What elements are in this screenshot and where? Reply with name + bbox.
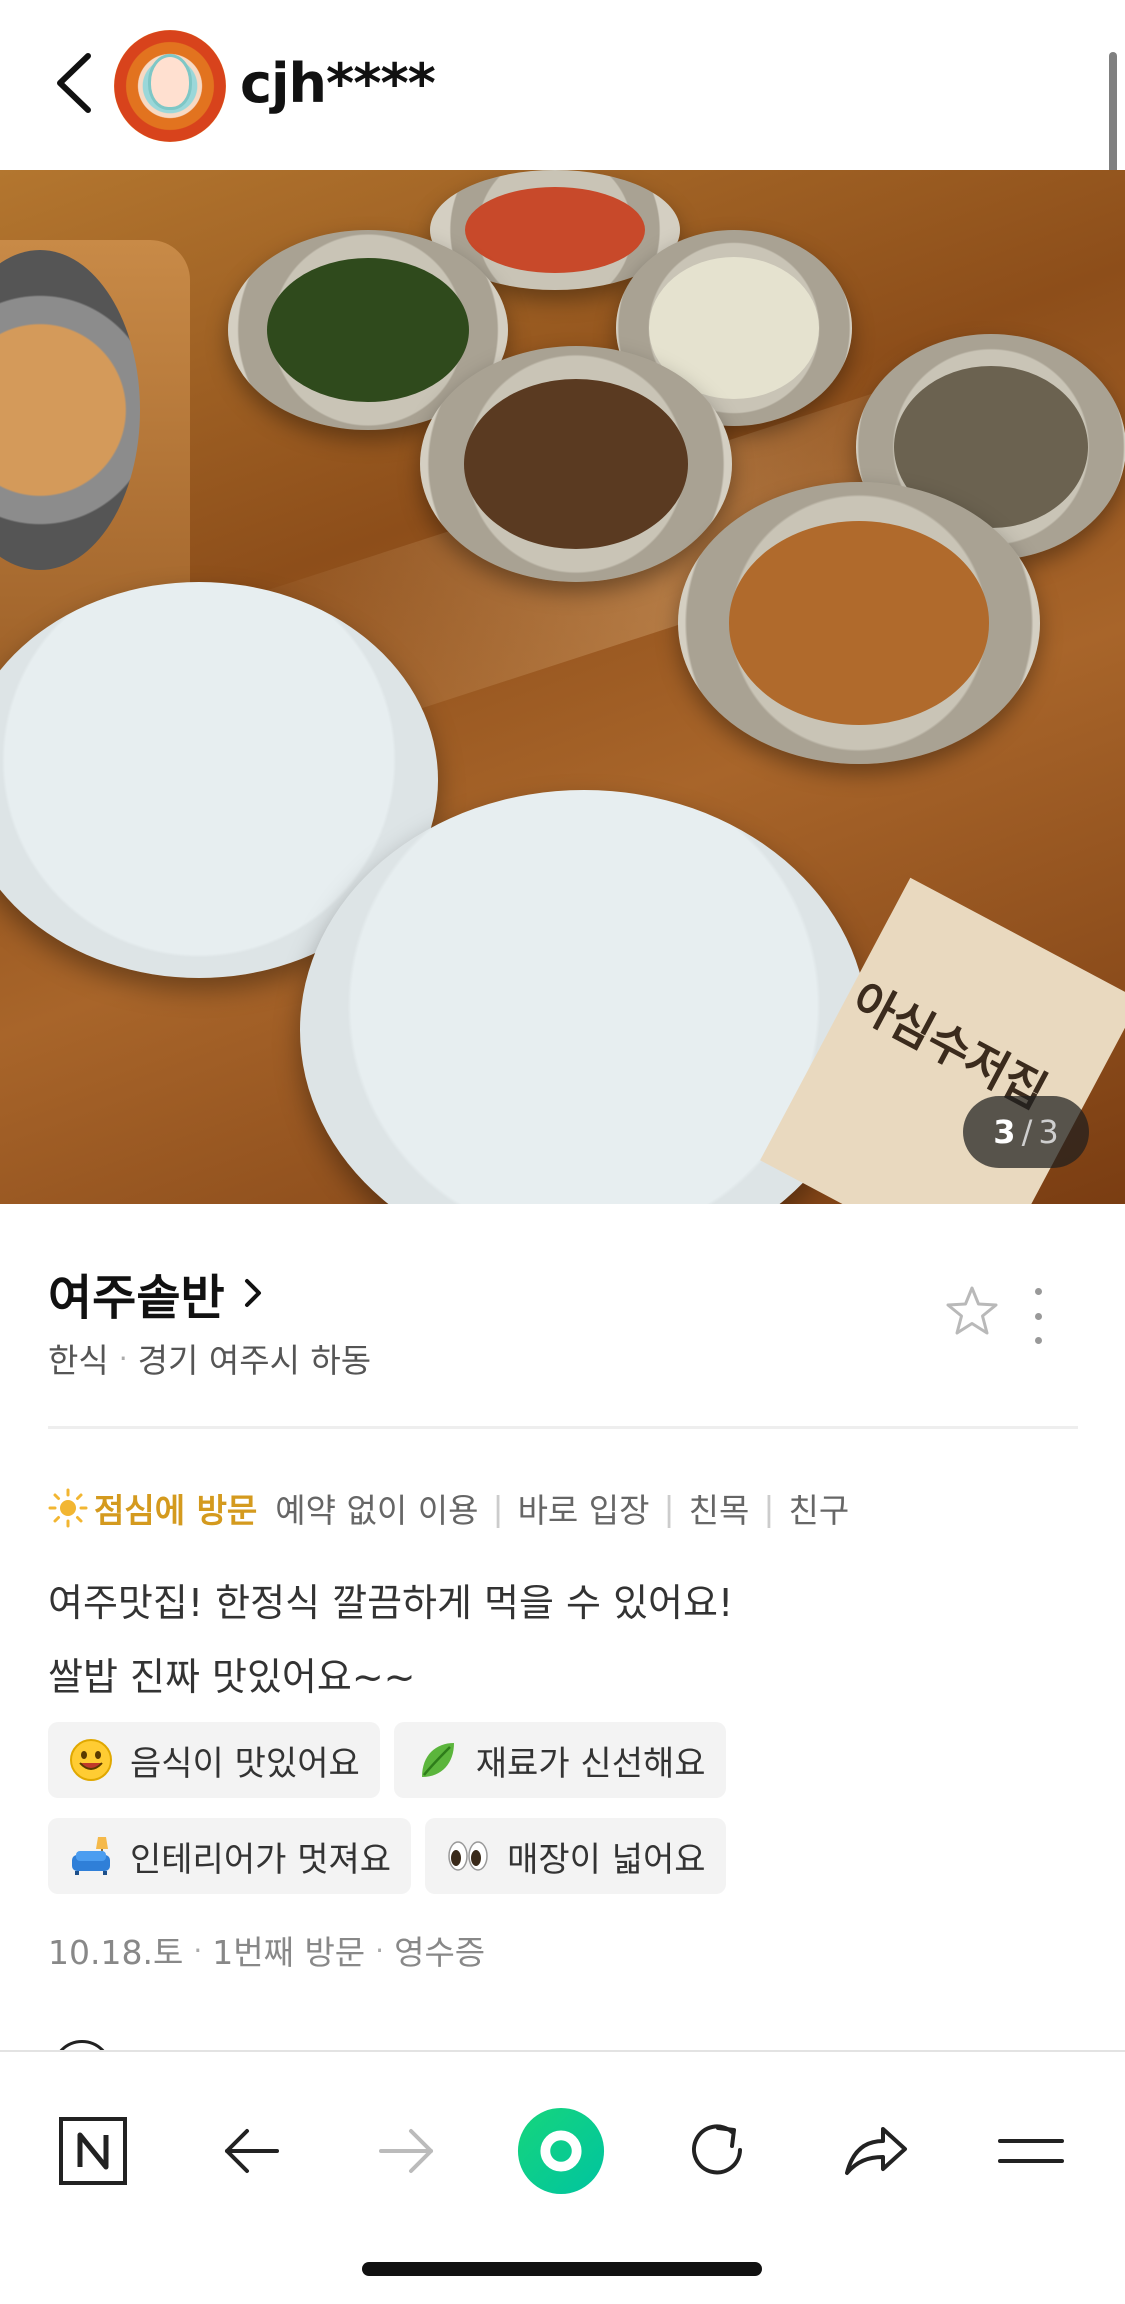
keyword-label: 매장이 넓어요 xyxy=(507,1839,706,1880)
more-dot-icon xyxy=(1034,1312,1042,1320)
scrollbar-thumb[interactable] xyxy=(1109,52,1117,174)
sofa-icon xyxy=(72,1837,110,1875)
keyword-chip: 인테리어가 멋져요 xyxy=(48,1818,412,1894)
review-text-line: 쌀밥 진짜 맛있어요~~ xyxy=(48,1655,416,1699)
place-meta: 한식 · 경기 여주시 하동 xyxy=(48,1334,371,1382)
visit-date: 10.18.토 xyxy=(48,1933,184,1972)
keyword-chip: 매장이 넓어요 xyxy=(425,1818,726,1894)
place-category: 한식 xyxy=(48,1341,109,1380)
visit-tag: 친구 xyxy=(788,1491,850,1530)
meta-dot-separator: · xyxy=(375,1933,385,1967)
refresh-icon xyxy=(692,2124,742,2175)
hamburger-menu-icon xyxy=(998,2139,1064,2163)
avatar[interactable] xyxy=(114,30,226,142)
arrow-right-icon xyxy=(379,2129,433,2173)
arrow-left-icon xyxy=(225,2129,279,2173)
photo-side-dish-japchae xyxy=(420,346,732,582)
visit-tags-row: 점심에 방문 예약 없이 이용 | 바로 입장 | 친목 | 친구 xyxy=(48,1484,849,1532)
visit-tag: 친목 xyxy=(688,1491,750,1530)
visit-count: 1번째 방문 xyxy=(212,1933,366,1972)
sun-icon xyxy=(48,1488,88,1528)
green-dot-button[interactable] xyxy=(516,2106,606,2196)
bookmark-star-button[interactable] xyxy=(944,1284,1000,1340)
more-options-button[interactable] xyxy=(1028,1288,1048,1344)
keyword-row: 음식이 맛있어요 재료가 신선해요 xyxy=(48,1722,726,1798)
keyword-row: 인테리어가 멋져요 매장이 넓어요 xyxy=(48,1818,726,1894)
visit-info: 10.18.토 · 1번째 방문 · 영수증 xyxy=(48,1926,485,1974)
photo-counter: 3 / 3 xyxy=(963,1096,1089,1168)
keyword-label: 음식이 맛있어요 xyxy=(130,1743,360,1784)
more-dot-icon xyxy=(1034,1337,1042,1344)
keyword-chip: 음식이 맛있어요 xyxy=(48,1722,380,1798)
visit-time-label: 점심에 방문 xyxy=(94,1491,258,1530)
share-icon xyxy=(845,2127,907,2175)
refresh-button[interactable] xyxy=(672,2106,762,2196)
place-location: 경기 여주시 하동 xyxy=(137,1341,372,1380)
browser-back-button[interactable] xyxy=(206,2106,296,2196)
visit-proof: 영수증 xyxy=(394,1933,486,1972)
place-title-link[interactable]: 여주솥반 xyxy=(48,1258,267,1328)
naver-n-icon xyxy=(59,2117,127,2185)
review-text[interactable]: 여주맛집! 한정식 깔끔하게 먹을 수 있어요! 쌀밥 진짜 맛있어요~~ xyxy=(48,1566,733,1714)
tag-separator: | xyxy=(763,1488,775,1528)
leaf-icon xyxy=(421,1743,454,1777)
keyword-label: 재료가 신선해요 xyxy=(475,1743,706,1784)
username[interactable]: cjh**** xyxy=(240,52,436,115)
tag-separator: | xyxy=(663,1488,675,1528)
review-text-line: 여주맛집! 한정식 깔끔하게 먹을 수 있어요! xyxy=(48,1581,734,1625)
photo-counter-separator: / xyxy=(1021,1113,1033,1151)
meta-dot-separator: · xyxy=(193,1933,203,1967)
home-indicator[interactable] xyxy=(362,2262,762,2276)
photo-side-dish-radish xyxy=(678,482,1040,764)
smiley-icon xyxy=(70,1739,112,1781)
back-button[interactable] xyxy=(48,48,100,118)
chevron-right-icon xyxy=(244,1279,261,1307)
photo-counter-current: 3 xyxy=(993,1113,1016,1151)
avatar-face xyxy=(148,54,192,110)
photo-counter-total: 3 xyxy=(1038,1113,1059,1151)
browser-forward-button[interactable] xyxy=(362,2106,452,2196)
naver-home-button[interactable] xyxy=(48,2106,138,2196)
place-name: 여주솥반 xyxy=(48,1270,225,1326)
share-button[interactable] xyxy=(830,2106,920,2196)
visit-tag: 예약 없이 이용 xyxy=(275,1491,479,1530)
star-icon xyxy=(946,1286,998,1335)
keyword-chip: 재료가 신선해요 xyxy=(393,1722,726,1798)
meta-dot-separator: · xyxy=(118,1341,128,1375)
eyes-icon xyxy=(448,1841,488,1871)
tag-separator: | xyxy=(492,1488,504,1528)
visit-tag: 바로 입장 xyxy=(517,1491,650,1530)
top-header: cjh**** xyxy=(0,0,1125,174)
keyword-label: 인테리어가 멋져요 xyxy=(130,1839,392,1880)
more-dot-icon xyxy=(1034,1288,1042,1295)
green-dot-icon xyxy=(517,2107,605,2195)
chevron-left-icon xyxy=(57,53,91,113)
section-divider xyxy=(48,1426,1078,1429)
menu-button[interactable] xyxy=(986,2106,1076,2196)
review-photo[interactable]: 아심수저집 3 / 3 xyxy=(0,170,1125,1204)
